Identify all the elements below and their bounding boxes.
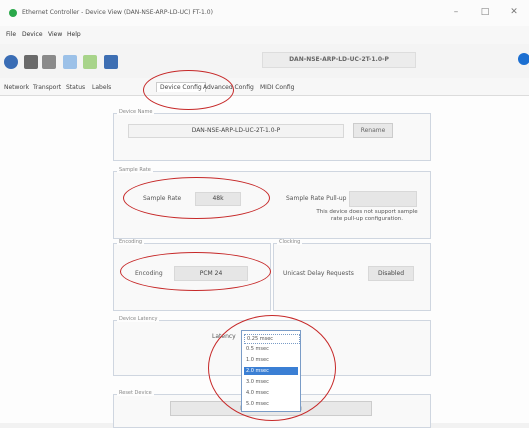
clocking-group-title: Clocking	[277, 239, 303, 245]
minimize-icon[interactable]: –	[449, 5, 463, 19]
latency-option[interactable]: 0.25 msec	[244, 334, 300, 344]
window-title: Ethernet Controller - Device View (DAN-N…	[22, 9, 213, 16]
help-icon[interactable]	[518, 53, 529, 65]
reset-device-group-title: Reset Device	[117, 390, 154, 396]
tab-advanced-config[interactable]: Advanced Config	[203, 84, 254, 91]
tab-labels[interactable]: Labels	[92, 84, 111, 91]
sample-rate-pullup-label: Sample Rate Pull-up	[286, 195, 347, 202]
maximize-icon[interactable]: □	[478, 5, 492, 19]
pullup-unsupported-note: This device does not support sample rate…	[316, 209, 418, 222]
rename-button[interactable]: Rename	[353, 123, 393, 138]
lock-icon[interactable]	[104, 55, 118, 69]
device-name-field[interactable]: DAN-NSE-ARP-LD-UC-2T-1.0-P	[128, 124, 344, 138]
close-icon[interactable]: ✕	[507, 5, 521, 19]
tab-transport[interactable]: Transport	[33, 84, 61, 91]
encoding-group-title: Encoding	[117, 239, 145, 245]
menu-view[interactable]: View	[48, 31, 62, 38]
latency-dropdown-list[interactable]: 0.25 msec 0.5 msec 1.0 msec 2.0 msec 3.0…	[241, 330, 301, 412]
latency-label: Latency	[212, 333, 236, 340]
sample-rate-group-title: Sample Rate	[117, 167, 153, 173]
latency-option[interactable]: 0.5 msec	[244, 345, 298, 353]
latency-option[interactable]: 3.0 msec	[244, 378, 298, 386]
latency-option[interactable]: 4.0 msec	[244, 389, 298, 397]
sample-rate-pullup-select[interactable]	[349, 191, 417, 207]
link-icon[interactable]	[63, 55, 77, 69]
latency-option[interactable]: 5.0 msec	[244, 400, 298, 408]
menu-help[interactable]: Help	[67, 31, 81, 38]
menu-file[interactable]: File	[6, 31, 16, 38]
tab-status[interactable]: Status	[66, 84, 85, 91]
encoding-select[interactable]: PCM 24	[174, 266, 248, 281]
app-icon	[9, 9, 17, 17]
encoding-label: Encoding	[135, 270, 163, 277]
latency-option-selected[interactable]: 2.0 msec	[244, 367, 298, 375]
tab-network[interactable]: Network	[4, 84, 29, 91]
device-selector[interactable]: DAN-NSE-ARP-LD-UC-2T-1.0-P	[262, 52, 416, 68]
refresh-icon[interactable]	[4, 55, 18, 69]
menu-device[interactable]: Device	[22, 31, 43, 38]
sample-rate-label: Sample Rate	[143, 195, 182, 202]
sample-rate-select[interactable]: 48k	[195, 192, 241, 206]
unicast-delay-select[interactable]: Disabled	[368, 266, 414, 281]
title-bar: Ethernet Controller - Device View (DAN-N…	[0, 0, 529, 26]
latency-option[interactable]: 1.0 msec	[244, 356, 298, 364]
event-log-icon[interactable]	[83, 55, 97, 69]
device-latency-group-title: Device Latency	[117, 316, 160, 322]
network-view-icon[interactable]	[42, 55, 56, 69]
device-name-group-title: Device Name	[117, 109, 155, 115]
tab-midi-config[interactable]: MIDI Config	[260, 84, 295, 91]
device-view-icon[interactable]	[24, 55, 38, 69]
unicast-delay-label: Unicast Delay Requests	[283, 270, 354, 277]
tab-device-config[interactable]: Device Config	[156, 82, 206, 92]
